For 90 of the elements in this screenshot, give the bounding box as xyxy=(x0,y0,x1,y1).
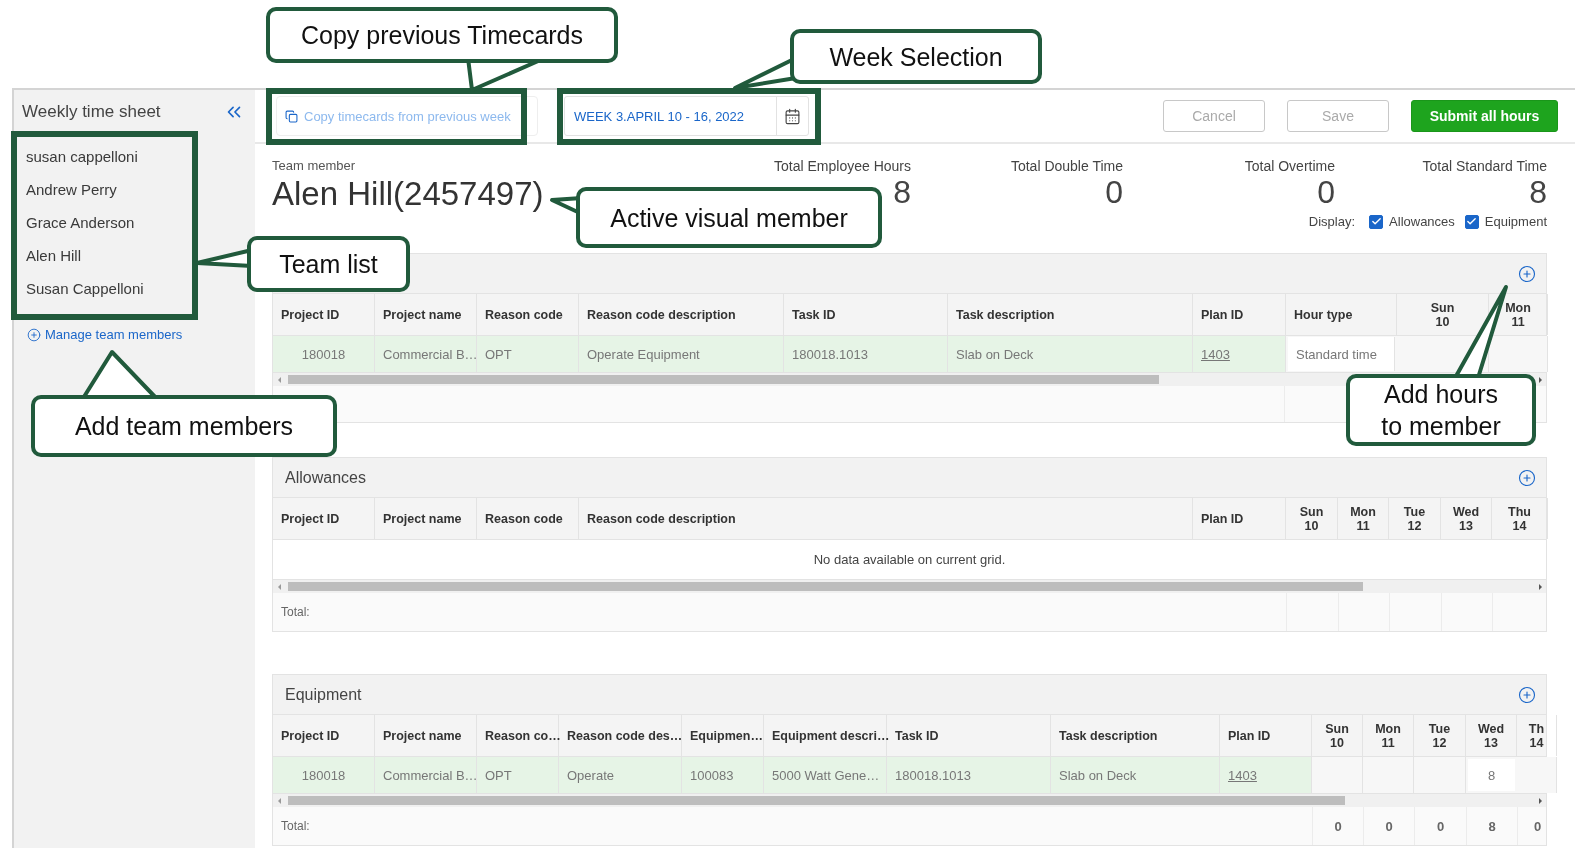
stat-label: Total Standard Time xyxy=(1422,158,1547,174)
table-cell: Slab on Deck xyxy=(1051,757,1220,793)
column-header[interactable]: Equipment descri… xyxy=(764,715,887,756)
checkbox-label: Equipment xyxy=(1484,214,1547,229)
table-cell: 180018.1013 xyxy=(887,757,1051,793)
team-member-item[interactable]: Susan Cappelloni xyxy=(26,272,144,305)
table-cell: 180018 xyxy=(273,336,375,372)
column-header[interactable]: Wed 13 xyxy=(1441,498,1492,539)
team-member-item[interactable]: susan cappelloni xyxy=(26,140,138,173)
plan-link[interactable]: 1403 xyxy=(1193,336,1286,372)
column-header[interactable]: Mon 11 xyxy=(1363,715,1414,756)
column-header[interactable]: Plan ID xyxy=(1193,294,1286,335)
week-field[interactable]: WEEK 3.APRIL 10 - 16, 2022 xyxy=(564,96,809,136)
section-title: Allowances xyxy=(285,468,366,487)
column-header[interactable]: Th 14 xyxy=(1517,715,1557,756)
checkbox[interactable] xyxy=(1464,214,1479,229)
column-header[interactable]: Mon 11 xyxy=(1338,498,1389,539)
total-label: Total: xyxy=(280,604,311,621)
total-value: 8 xyxy=(1488,818,1496,834)
empty-message: No data available on current grid. xyxy=(273,540,1546,580)
column-header[interactable]: Project ID xyxy=(273,715,375,756)
total-label: Total: xyxy=(280,818,311,835)
checkbox[interactable] xyxy=(1369,214,1384,229)
section-title: Equipment xyxy=(285,685,362,704)
column-header[interactable]: Reason code description xyxy=(579,498,1193,539)
plan-link[interactable]: 1403 xyxy=(1220,757,1312,793)
table-cell: Commercial B… xyxy=(375,757,477,793)
total-value: 0 xyxy=(1385,818,1393,834)
checkbox-label: Allowances xyxy=(1389,214,1455,229)
table-cell: 100083 xyxy=(682,757,764,793)
column-header[interactable]: Wed 13 xyxy=(1466,715,1517,756)
column-header[interactable]: Project name xyxy=(375,498,477,539)
team-member-item[interactable]: Grace Anderson xyxy=(26,206,135,239)
column-header[interactable]: Task ID xyxy=(784,294,948,335)
member-label: Team member xyxy=(272,158,357,173)
table-cell: 180018.1013 xyxy=(784,336,948,372)
stat-label: Total Overtime xyxy=(1244,158,1335,174)
manage-team-link[interactable]: Manage team members xyxy=(27,327,183,342)
stat-value: 8 xyxy=(893,174,911,210)
column-header[interactable]: Thu 14 xyxy=(1492,498,1548,539)
stat-value: 0 xyxy=(1105,174,1123,210)
table-cell: Operate Equipment xyxy=(579,336,784,372)
column-header[interactable]: Reason code des… xyxy=(559,715,682,756)
table-cell: Commercial B… xyxy=(375,336,477,372)
column-header[interactable]: Hour type xyxy=(1286,294,1397,335)
column-header[interactable]: Reason co… xyxy=(477,715,559,756)
stat-label: Total Employee Hours xyxy=(774,158,911,174)
stat-label: Total Double Time xyxy=(1010,158,1123,174)
total-value: 0 xyxy=(1436,818,1445,834)
table-cell: Operate xyxy=(559,757,682,793)
column-header[interactable]: Project name xyxy=(375,294,477,335)
column-header[interactable]: Project name xyxy=(375,715,477,756)
sidebar-title: Weekly time sheet xyxy=(22,102,161,122)
column-header[interactable]: Tue 12 xyxy=(1414,715,1466,756)
column-header[interactable]: Plan ID xyxy=(1220,715,1312,756)
display-label: Display: xyxy=(1308,214,1356,229)
column-header[interactable]: Reason code xyxy=(477,294,579,335)
add-icon xyxy=(27,327,41,342)
stat-value: 0 xyxy=(1317,174,1335,210)
team-member-item[interactable]: Alen Hill xyxy=(26,239,82,272)
column-header[interactable]: Reason code description xyxy=(579,294,784,335)
column-header[interactable]: Plan ID xyxy=(1193,498,1286,539)
table-cell: 5000 Watt Gene… xyxy=(764,757,887,793)
hour-type-field[interactable]: Standard time xyxy=(1288,337,1395,371)
callout: Team list xyxy=(247,236,410,292)
total-value: 0 xyxy=(1334,818,1342,834)
column-header[interactable]: Reason code xyxy=(477,498,579,539)
stat-value: 8 xyxy=(1529,174,1547,210)
copy-icon xyxy=(285,109,298,123)
column-header[interactable]: Equipmen… xyxy=(682,715,764,756)
total-value: 0 xyxy=(1533,818,1542,834)
table-cell: OPT xyxy=(477,336,579,372)
column-header[interactable]: Project ID xyxy=(273,294,375,335)
column-header[interactable]: Sun 10 xyxy=(1312,715,1363,756)
column-header[interactable]: Task description xyxy=(948,294,1193,335)
add-icon[interactable] xyxy=(1518,468,1536,487)
team-member-item[interactable]: Andrew Perry xyxy=(26,173,117,206)
table-cell: 180018 xyxy=(273,757,375,793)
add-icon[interactable] xyxy=(1518,264,1536,283)
column-header[interactable]: Tue 12 xyxy=(1389,498,1441,539)
callout: Active visual member xyxy=(576,187,882,248)
member-name: Alen Hill(2457497) xyxy=(272,175,544,213)
table-cell: Slab on Deck xyxy=(948,336,1193,372)
column-header[interactable]: Sun 10 xyxy=(1286,498,1338,539)
column-header[interactable]: Project ID xyxy=(273,498,375,539)
column-header[interactable]: Task ID xyxy=(887,715,1051,756)
add-icon[interactable] xyxy=(1518,685,1536,704)
column-header[interactable]: Task description xyxy=(1051,715,1220,756)
table-cell: OPT xyxy=(477,757,559,793)
hours-input[interactable]: 8 xyxy=(1468,759,1515,791)
